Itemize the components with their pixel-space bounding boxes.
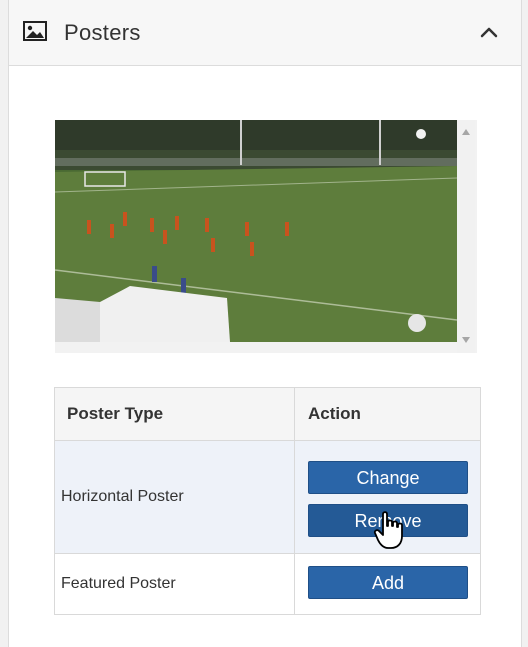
column-divider [294,388,295,614]
panel-header[interactable]: Posters [9,0,521,66]
preview-scrollbar[interactable] [457,120,475,353]
header-action: Action [308,404,361,423]
table-header-row: Poster Type Action [55,388,480,441]
table-row: Featured Poster Add [55,554,480,614]
image-icon [23,21,47,41]
poster-image [55,120,457,342]
panel-title: Posters [64,20,141,45]
table-row: Horizontal Poster Change Remove [55,441,480,554]
posters-panel: Posters Poster Type Action Horizontal Po… [8,0,522,647]
chevron-up-icon[interactable] [477,20,501,44]
change-button[interactable]: Change [308,461,468,494]
header-poster-type: Poster Type [67,404,164,423]
scroll-down-icon[interactable] [461,336,471,344]
remove-button[interactable]: Remove [308,504,468,537]
poster-type-label: Featured Poster [61,575,176,592]
poster-preview [55,120,477,353]
poster-table: Poster Type Action Horizontal Poster Cha… [54,387,481,615]
add-button[interactable]: Add [308,566,468,599]
scroll-up-icon[interactable] [461,128,471,136]
poster-type-label: Horizontal Poster [61,488,184,505]
